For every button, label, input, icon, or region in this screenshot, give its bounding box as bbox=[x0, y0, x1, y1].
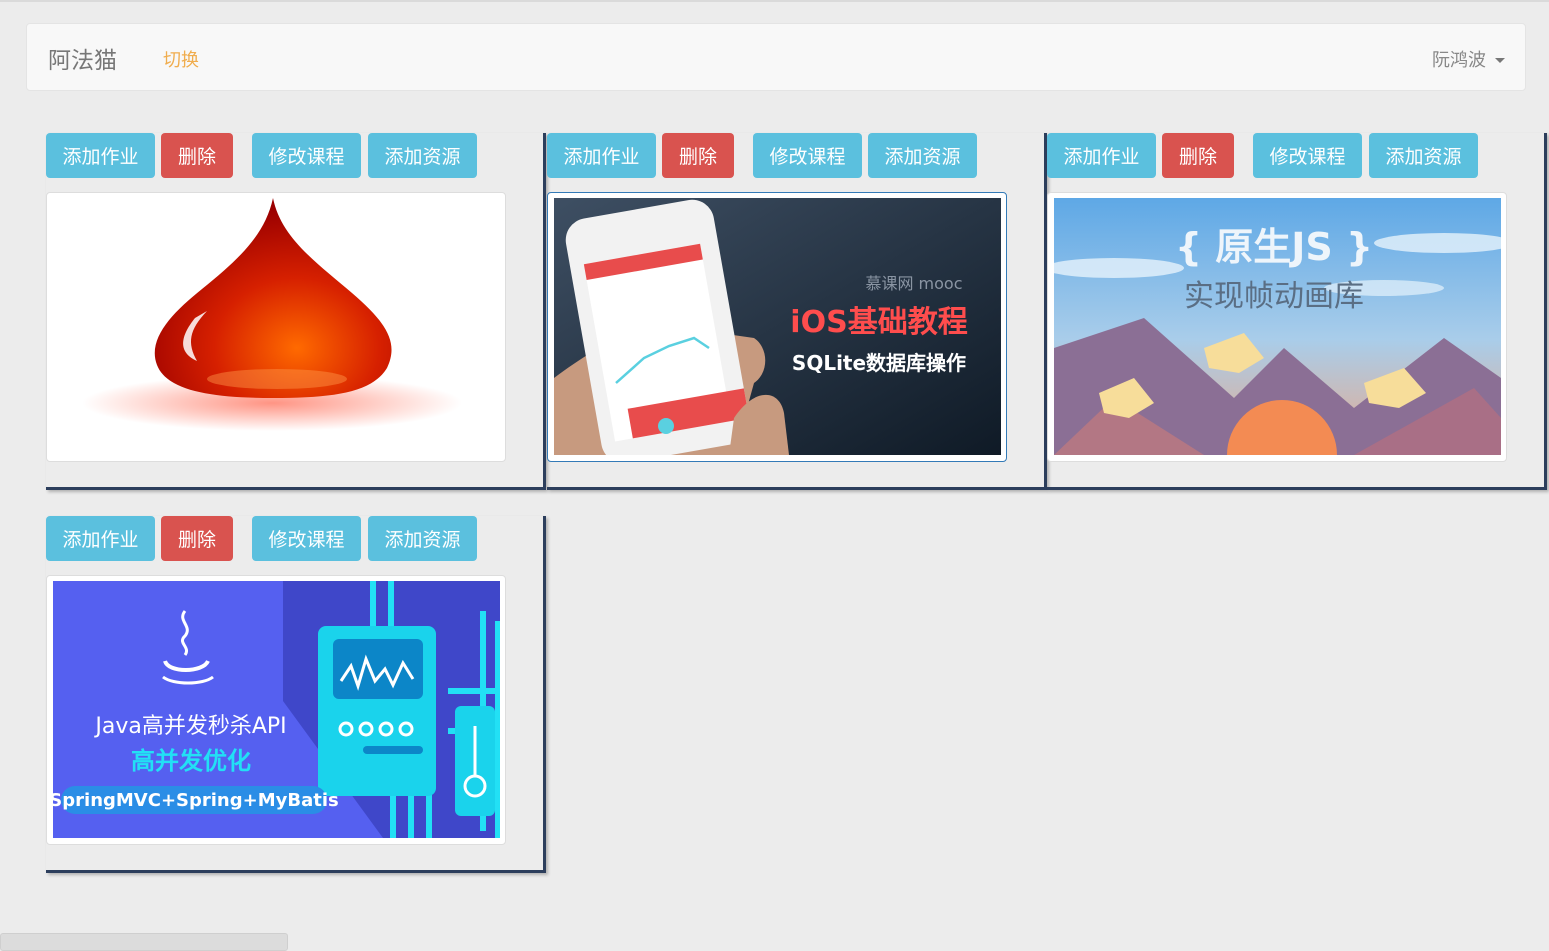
caret-down-icon bbox=[1495, 58, 1505, 63]
course-card: 添加作业 删除 修改课程 添加资源 bbox=[46, 133, 546, 490]
add-resource-button[interactable]: 添加资源 bbox=[1369, 133, 1478, 178]
java-seckill-banner-image: Java高并发秒杀API 高并发优化 SpringMVC+Spring+MyBa… bbox=[53, 581, 500, 838]
bottom-panel-stub bbox=[0, 933, 288, 951]
delete-button[interactable]: 删除 bbox=[662, 133, 734, 178]
course-card: 添加作业 删除 修改课程 添加资源 慕课网 mooc iOS基础教程 SQLit… bbox=[547, 133, 1047, 490]
banner-subtitle: 实现帧动画库 bbox=[1184, 279, 1364, 314]
add-homework-button[interactable]: 添加作业 bbox=[46, 133, 155, 178]
add-resource-button[interactable]: 添加资源 bbox=[868, 133, 977, 178]
edit-course-button[interactable]: 修改课程 bbox=[753, 133, 862, 178]
add-homework-button[interactable]: 添加作业 bbox=[547, 133, 656, 178]
banner-title: { 原生JS } bbox=[1175, 225, 1373, 269]
course-card: 添加作业 删除 修改课程 添加资源 bbox=[46, 516, 546, 873]
edit-course-button[interactable]: 修改课程 bbox=[252, 516, 361, 561]
add-homework-button[interactable]: 添加作业 bbox=[46, 516, 155, 561]
ios-sqlite-banner-image: 慕课网 mooc iOS基础教程 SQLite数据库操作 bbox=[554, 198, 1001, 455]
add-resource-button[interactable]: 添加资源 bbox=[368, 516, 477, 561]
banner-title: Java高并发秒杀API bbox=[93, 714, 286, 739]
delete-button[interactable]: 删除 bbox=[1162, 133, 1234, 178]
edit-course-button[interactable]: 修改课程 bbox=[1253, 133, 1362, 178]
native-js-banner-image: { 原生JS } 实现帧动画库 bbox=[1054, 198, 1501, 455]
course-card: 添加作业 删除 修改课程 添加资源 { 原生JS } 实现帧动画库 bbox=[1047, 133, 1547, 490]
banner-subtitle: SQLite数据库操作 bbox=[792, 351, 966, 375]
course-thumbnail[interactable] bbox=[46, 192, 506, 462]
banner-brand: 慕课网 mooc bbox=[865, 274, 962, 293]
top-rule bbox=[0, 0, 1549, 2]
course-thumbnail[interactable]: 慕课网 mooc iOS基础教程 SQLite数据库操作 bbox=[547, 192, 1007, 462]
add-resource-button[interactable]: 添加资源 bbox=[368, 133, 477, 178]
switch-link[interactable]: 切换 bbox=[163, 46, 199, 72]
course-thumbnail[interactable]: Java高并发秒杀API 高并发优化 SpringMVC+Spring+MyBa… bbox=[46, 575, 506, 845]
brand-title[interactable]: 阿法猫 bbox=[48, 41, 117, 75]
banner-subtitle: 高并发优化 bbox=[131, 747, 251, 775]
user-dropdown[interactable]: 阮鸿波 bbox=[1432, 46, 1505, 72]
delete-button[interactable]: 删除 bbox=[161, 133, 233, 178]
user-name: 阮鸿波 bbox=[1432, 50, 1486, 71]
banner-title: iOS基础教程 bbox=[790, 305, 967, 340]
navbar: 阿法猫 切换 阮鸿波 bbox=[26, 23, 1526, 91]
delete-button[interactable]: 删除 bbox=[161, 516, 233, 561]
course-thumbnail[interactable]: { 原生JS } 实现帧动画库 bbox=[1047, 192, 1507, 462]
banner-tag: SpringMVC+Spring+MyBatis bbox=[53, 790, 339, 811]
add-homework-button[interactable]: 添加作业 bbox=[1047, 133, 1156, 178]
red-droplet-image bbox=[82, 198, 462, 431]
edit-course-button[interactable]: 修改课程 bbox=[252, 133, 361, 178]
